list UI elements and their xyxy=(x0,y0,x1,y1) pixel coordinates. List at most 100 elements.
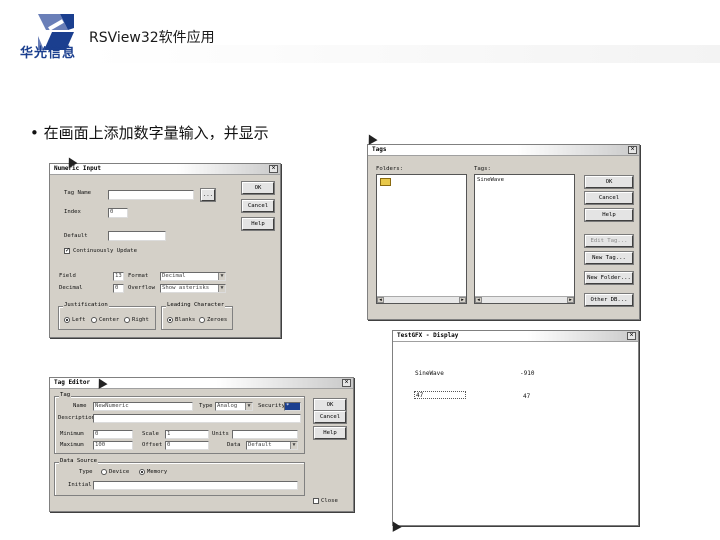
numeric-input-titlebar: Numeric Input × xyxy=(50,164,280,175)
ds-type-label: Type xyxy=(79,469,93,475)
help-button[interactable]: Help xyxy=(313,426,347,440)
type-value: Analog xyxy=(217,403,238,409)
close-icon[interactable]: × xyxy=(628,146,637,154)
cancel-button[interactable]: Cancel xyxy=(241,199,275,213)
chevron-down-icon[interactable]: ▼ xyxy=(245,403,252,410)
name-input[interactable]: NewNumeric xyxy=(93,402,193,411)
maximum-label: Maximum xyxy=(60,442,84,448)
just-left-radio[interactable] xyxy=(64,317,70,323)
security-value: * xyxy=(286,403,290,409)
tags-scrollbar[interactable]: ◂ ▸ xyxy=(475,296,574,303)
index-input[interactable]: 0 xyxy=(108,208,128,218)
leading-title: Leading Character xyxy=(166,302,226,308)
minimum-input[interactable]: 0 xyxy=(93,430,133,439)
just-left-label: Left xyxy=(72,317,86,323)
data-source-group: Data Source Type Device Memory Initial xyxy=(54,458,305,496)
security-select[interactable]: * xyxy=(284,402,301,411)
decimal-label: Decimal xyxy=(59,285,83,291)
lead-blanks-radio[interactable] xyxy=(167,317,173,323)
overflow-label: Overflow xyxy=(128,285,155,291)
continuous-update-label: Continuously Update xyxy=(73,248,137,254)
just-right-radio[interactable] xyxy=(124,317,130,323)
folders-label: Folders: xyxy=(376,166,403,172)
justification-title: Justification xyxy=(63,302,109,308)
format-label: Format xyxy=(128,273,149,279)
edit-tag-button[interactable]: Edit Tag... xyxy=(584,234,634,248)
numeric-display-value: 47 xyxy=(523,393,531,400)
other-db-button[interactable]: Other DB... xyxy=(584,293,634,307)
ds-device-radio[interactable] xyxy=(101,469,107,475)
header-band xyxy=(88,45,720,63)
window-title: TestGFX - Display xyxy=(397,332,459,339)
folder-icon[interactable] xyxy=(380,178,391,186)
slide-bullet: • 在画面上添加数字量输入，并显示 xyxy=(30,124,269,142)
format-select[interactable]: Decimal ▼ xyxy=(160,272,226,281)
numeric-input-field[interactable]: 47 xyxy=(414,391,466,399)
format-value: Decimal xyxy=(162,273,186,279)
ds-memory-label: Memory xyxy=(147,469,168,475)
new-folder-button[interactable]: New Folder... xyxy=(584,271,634,285)
scale-label: Scale xyxy=(142,431,159,437)
chevron-down-icon[interactable]: ▼ xyxy=(218,285,225,292)
lead-blanks-label: Blanks xyxy=(175,317,196,323)
field-length-input[interactable]: 13 xyxy=(113,272,124,281)
close-on-save-checkbox[interactable] xyxy=(313,498,319,504)
lead-zeroes-label: Zeroes xyxy=(207,317,228,323)
overflow-select[interactable]: Show asterisks ▼ xyxy=(160,284,226,293)
decimal-input[interactable]: 0 xyxy=(113,284,124,293)
justification-group: Justification Left Center Right xyxy=(58,302,156,330)
scroll-right-icon[interactable]: ▸ xyxy=(567,297,574,303)
just-center-label: Center xyxy=(99,317,120,323)
description-input[interactable] xyxy=(93,414,301,423)
type-label: Type xyxy=(199,403,213,409)
minimum-label: Minimum xyxy=(60,431,84,437)
help-button[interactable]: Help xyxy=(241,217,275,231)
display-window: TestGFX - Display × SineWave -910 47 47 xyxy=(392,330,639,526)
dialog-title: Tag Editor xyxy=(54,379,91,386)
units-label: Units xyxy=(212,431,229,437)
cancel-button[interactable]: Cancel xyxy=(313,410,347,424)
display-titlebar: TestGFX - Display × xyxy=(393,331,638,342)
data-label: Data xyxy=(227,442,241,448)
scroll-left-icon[interactable]: ◂ xyxy=(475,297,482,303)
help-button[interactable]: Help xyxy=(584,208,634,222)
description-label: Description xyxy=(58,415,96,421)
ok-button[interactable]: OK xyxy=(241,181,275,195)
units-input[interactable] xyxy=(232,430,298,439)
chevron-down-icon[interactable]: ▼ xyxy=(218,273,225,280)
scale-input[interactable]: 1 xyxy=(165,430,209,439)
security-label: Security xyxy=(258,403,285,409)
mouse-cursor-icon xyxy=(364,132,378,145)
ds-memory-radio[interactable] xyxy=(139,469,145,475)
data-select[interactable]: Default ▼ xyxy=(246,441,298,450)
tag-list-item[interactable]: SineWave xyxy=(477,177,504,183)
type-select[interactable]: Analog ▼ xyxy=(215,402,253,411)
folders-list[interactable]: ◂ ▸ xyxy=(376,174,467,304)
browse-tags-button[interactable]: ... xyxy=(200,188,216,202)
lead-zeroes-radio[interactable] xyxy=(199,317,205,323)
chevron-down-icon[interactable]: ▼ xyxy=(290,442,297,449)
just-center-radio[interactable] xyxy=(91,317,97,323)
scroll-right-icon[interactable]: ▸ xyxy=(459,297,466,303)
default-input[interactable] xyxy=(108,231,166,241)
initial-input[interactable] xyxy=(93,481,298,490)
offset-label: Offset xyxy=(142,442,163,448)
cancel-button[interactable]: Cancel xyxy=(584,191,634,205)
dialog-title: Numeric Input xyxy=(54,165,101,172)
close-icon[interactable]: × xyxy=(627,332,636,340)
tag-name-input[interactable] xyxy=(108,190,194,200)
tags-list[interactable]: SineWave ◂ ▸ xyxy=(474,174,575,304)
close-icon[interactable]: × xyxy=(269,165,278,173)
ok-button[interactable]: OK xyxy=(313,398,347,412)
offset-input[interactable]: 0 xyxy=(165,441,209,450)
maximum-input[interactable]: 100 xyxy=(93,441,133,450)
name-label: Name xyxy=(73,403,87,409)
display-tag-value: -910 xyxy=(520,370,535,377)
continuous-update-checkbox[interactable]: ✓ xyxy=(64,248,70,254)
new-tag-button[interactable]: New Tag... xyxy=(584,251,634,265)
folders-scrollbar[interactable]: ◂ ▸ xyxy=(377,296,466,303)
close-icon[interactable]: × xyxy=(342,379,351,387)
scroll-left-icon[interactable]: ◂ xyxy=(377,297,384,303)
ok-button[interactable]: OK xyxy=(584,175,634,189)
company-logo-text: 华光信息 xyxy=(20,46,77,61)
